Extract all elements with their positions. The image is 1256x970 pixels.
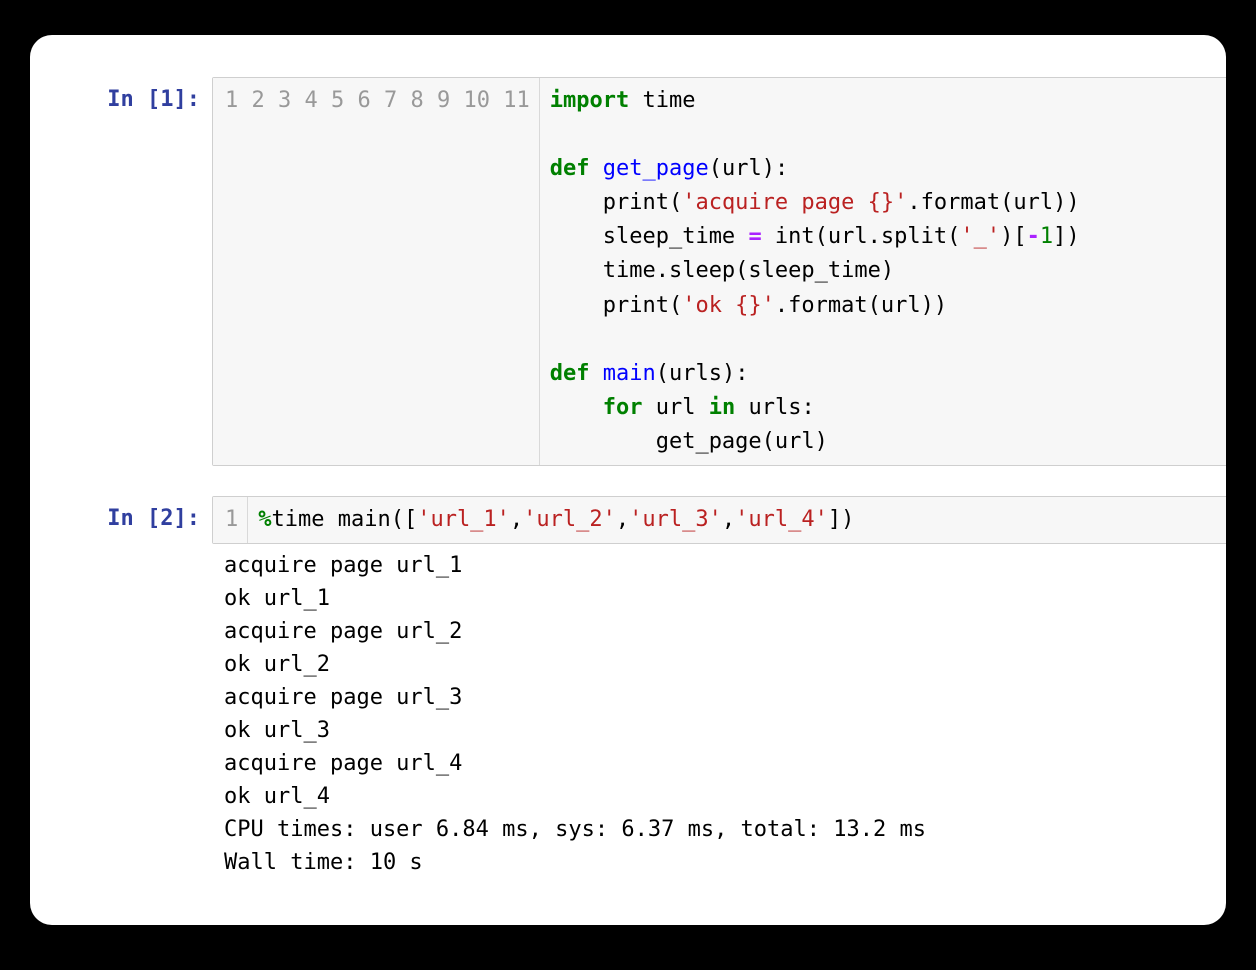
stdout-output: acquire page url_1 ok url_1 acquire page… xyxy=(212,546,1226,885)
cell-prompt: In [1]: xyxy=(30,77,212,115)
code-cell-1: In [1]: 1 2 3 4 5 6 7 8 9 10 11 import t… xyxy=(30,77,1226,466)
cell-prompt: In [2]: xyxy=(30,496,212,534)
code-content[interactable]: import time def get_page(url): print('ac… xyxy=(540,78,1090,465)
line-number-gutter: 1 xyxy=(213,497,248,543)
code-editor[interactable]: 1 2 3 4 5 6 7 8 9 10 11 import time def … xyxy=(212,77,1226,466)
notebook: In [1]: 1 2 3 4 5 6 7 8 9 10 11 import t… xyxy=(30,35,1226,925)
code-editor[interactable]: 1 %time main(['url_1','url_2','url_3','u… xyxy=(212,496,1226,544)
output-prompt xyxy=(30,546,212,555)
output-cell: acquire page url_1 ok url_1 acquire page… xyxy=(30,546,1226,885)
code-content[interactable]: %time main(['url_1','url_2','url_3','url… xyxy=(248,497,864,543)
code-cell-2: In [2]: 1 %time main(['url_1','url_2','u… xyxy=(30,496,1226,544)
line-number-gutter: 1 2 3 4 5 6 7 8 9 10 11 xyxy=(213,78,540,465)
